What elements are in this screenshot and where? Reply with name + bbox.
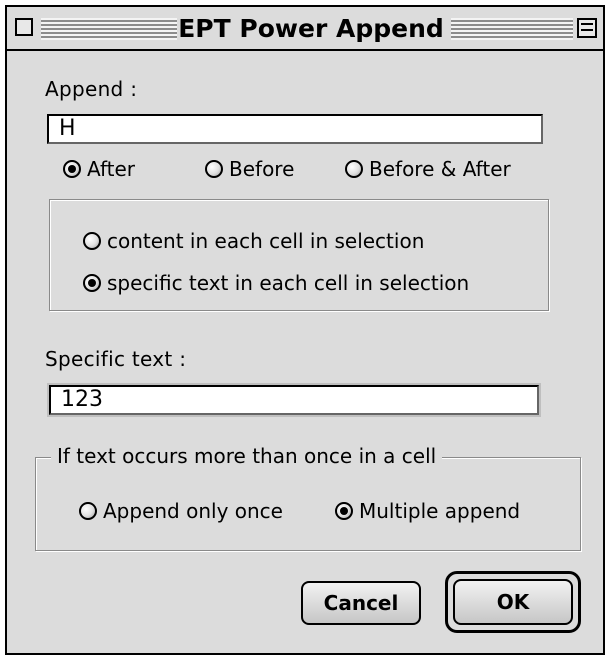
- radio-unselected-icon: [205, 160, 223, 178]
- ok-button[interactable]: OK: [453, 579, 573, 625]
- radio-specific-text[interactable]: specific text in each cell in selection: [83, 271, 469, 295]
- radio-selected-icon: [83, 274, 101, 292]
- radio-before-and-after-label: Before & After: [369, 157, 511, 181]
- dialog-window: EPT Power Append Append : H After Before…: [5, 5, 605, 655]
- specific-text-label: Specific text :: [45, 347, 187, 371]
- cancel-button[interactable]: Cancel: [301, 581, 421, 625]
- radio-append-only-once[interactable]: Append only once: [79, 499, 283, 523]
- radio-multiple-append[interactable]: Multiple append: [335, 499, 520, 523]
- radio-append-only-once-label: Append only once: [103, 499, 283, 523]
- radio-multiple-append-label: Multiple append: [359, 499, 521, 523]
- radio-before-label: Before: [229, 157, 295, 181]
- collapse-box-icon[interactable]: [577, 18, 597, 38]
- radio-after-label: After: [87, 157, 136, 181]
- radio-content-in-cell[interactable]: content in each cell in selection: [83, 229, 424, 253]
- radio-after[interactable]: After: [63, 157, 135, 181]
- occurrence-group-title: If text occurs more than once in a cell: [51, 444, 443, 468]
- radio-before-and-after[interactable]: Before & After: [345, 157, 511, 181]
- radio-unselected-icon: [79, 502, 97, 520]
- close-box-icon[interactable]: [15, 18, 33, 36]
- radio-selected-icon: [335, 502, 353, 520]
- radio-unselected-icon: [83, 232, 101, 250]
- window-title: EPT Power Append: [177, 14, 445, 44]
- radio-before[interactable]: Before: [205, 157, 294, 181]
- append-field[interactable]: H: [47, 114, 543, 144]
- radio-unselected-icon: [345, 160, 363, 178]
- specific-text-field[interactable]: 123: [49, 385, 539, 415]
- append-label: Append :: [45, 77, 138, 101]
- radio-content-in-cell-label: content in each cell in selection: [107, 229, 425, 253]
- radio-selected-icon: [63, 160, 81, 178]
- title-bar[interactable]: EPT Power Append: [7, 7, 603, 51]
- radio-specific-text-label: specific text in each cell in selection: [107, 271, 470, 295]
